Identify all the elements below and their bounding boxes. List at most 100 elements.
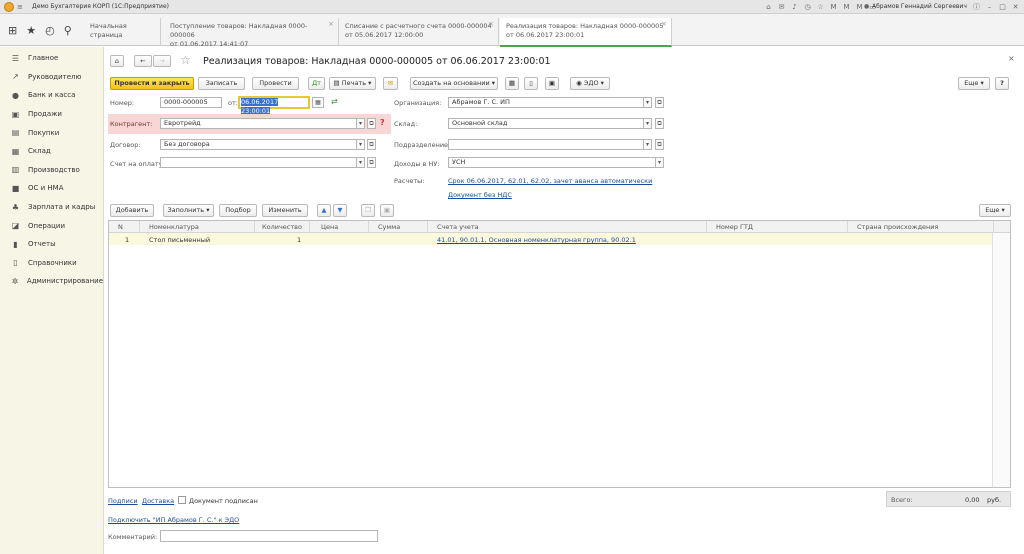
vat-link[interactable]: Документ без НДС <box>448 191 512 199</box>
help-button[interactable]: ? <box>995 77 1009 90</box>
sidebar-item-salary[interactable]: ♣ Зарплата и кадры <box>0 198 103 217</box>
tab-writeoff[interactable]: Списание с расчетного счета 0000-000004 … <box>339 18 499 46</box>
cell-accounts[interactable]: 41.01, 90.01.1, Основная номенклатурная … <box>437 236 636 244</box>
open-icon[interactable]: ⧉ <box>655 118 664 129</box>
sidebar-item-bank[interactable]: ● Банк и касса <box>0 86 103 105</box>
sidebar-item-assets[interactable]: ■ ОС и НМА <box>0 179 103 198</box>
sidebar-item-operations[interactable]: ◪ Операции <box>0 216 103 235</box>
attachment-icon[interactable]: ▣ <box>545 77 559 90</box>
fill-button[interactable]: Заполнить ▾ <box>163 204 214 217</box>
open-icon[interactable]: ⧉ <box>655 139 664 150</box>
col-country[interactable]: Страна происхождения <box>857 223 938 231</box>
apps-grid-icon[interactable]: ⊞ <box>8 24 17 37</box>
close-form-icon[interactable]: × <box>1008 54 1015 63</box>
info-icon[interactable]: ⓘ <box>972 3 981 12</box>
add-button[interactable]: Добавить <box>110 204 154 217</box>
col-qty[interactable]: Количество <box>262 223 302 231</box>
col-n[interactable]: N <box>118 223 123 231</box>
post-and-close-button[interactable]: Провести и закрыть <box>110 77 194 90</box>
movements-icon[interactable]: Дт <box>308 77 325 90</box>
tab-home[interactable]: Начальная страница <box>84 18 161 46</box>
history-clock-icon[interactable]: ◴ <box>45 24 55 37</box>
memory-mplus-icon[interactable]: M <box>842 3 851 12</box>
col-item[interactable]: Номенклатура <box>149 223 199 231</box>
paste-icon[interactable]: ▣ <box>380 204 394 217</box>
sidebar-item-catalogs[interactable]: ▯ Справочники <box>0 254 103 273</box>
col-gtd[interactable]: Номер ГТД <box>716 223 753 231</box>
counterparty-field[interactable]: Евротрейд <box>160 118 357 129</box>
col-sum[interactable]: Сумма <box>378 223 400 231</box>
dropdown-icon[interactable]: ▾ <box>643 97 652 108</box>
close-icon[interactable]: × <box>328 20 334 29</box>
calendar-icon[interactable]: ▦ <box>312 97 324 108</box>
invoice-field[interactable] <box>160 157 357 168</box>
sidebar-item-warehouse[interactable]: ▦ Склад <box>0 142 103 161</box>
date-field[interactable]: 06.06.2017 23:00:01 <box>238 96 310 115</box>
star-tool-icon[interactable]: ☆ <box>816 3 825 12</box>
memory-mminus-icon[interactable]: M <box>855 3 864 12</box>
bell-icon[interactable]: ♪ <box>790 3 799 12</box>
delivery-link[interactable]: Доставка <box>142 497 174 505</box>
maximize-icon[interactable]: □ <box>998 3 1007 12</box>
sidebar-item-production[interactable]: ▥ Производство <box>0 161 103 180</box>
sidebar-item-director[interactable]: ↗ Руководителю <box>0 68 103 87</box>
sidebar-item-main[interactable]: ☰ Главное <box>0 49 103 68</box>
dropdown-icon[interactable]: ▾ <box>655 157 664 168</box>
comment-field[interactable] <box>160 530 378 542</box>
move-up-icon[interactable]: ▲ <box>317 204 331 217</box>
contract-field[interactable]: Без договора <box>160 139 357 150</box>
department-field[interactable] <box>448 139 644 150</box>
post-button[interactable]: Провести <box>252 77 299 90</box>
search-icon[interactable]: ⚲ <box>64 24 72 37</box>
cell-qty[interactable]: 1 <box>297 236 301 244</box>
close-window-icon[interactable]: ✕ <box>1011 3 1020 12</box>
dropdown-icon[interactable]: ▾ <box>356 118 365 129</box>
scrollbar[interactable] <box>992 233 1010 487</box>
home-button[interactable]: ⌂ <box>110 55 124 67</box>
table-row[interactable]: 1 Стол письменный 1 41.01, 90.01.1, Осно… <box>109 233 1010 245</box>
more-button[interactable]: Еще ▾ <box>958 77 990 90</box>
signed-checkbox[interactable] <box>178 496 186 504</box>
dropdown-icon[interactable]: ▾ <box>356 139 365 150</box>
print-button[interactable]: ▤ Печать ▾ <box>329 77 376 90</box>
minimize-icon[interactable]: – <box>985 3 994 12</box>
mail-icon[interactable]: ✉ <box>777 3 786 12</box>
user-name[interactable]: Абрамов Геннадий Сергеевич <box>872 3 967 10</box>
tab-sale[interactable]: Реализация товаров: Накладная 0000-00000… <box>500 18 672 47</box>
close-icon[interactable]: × <box>661 20 667 29</box>
dropdown-icon[interactable]: ▾ <box>643 139 652 150</box>
tab-receipt[interactable]: Поступление товаров: Накладная 0000-0000… <box>164 18 339 48</box>
change-button[interactable]: Изменить <box>262 204 308 217</box>
back-button[interactable]: ← <box>134 55 152 67</box>
open-icon[interactable]: ⧉ <box>655 97 664 108</box>
org-field[interactable]: Абрамов Г. С. ИП <box>448 97 644 108</box>
question-icon[interactable]: ? <box>380 118 385 127</box>
envelope-icon[interactable]: ✉ <box>383 77 398 90</box>
edo-button[interactable]: ◉ ЭДО ▾ <box>570 77 610 90</box>
copy-icon[interactable]: ❐ <box>361 204 375 217</box>
open-icon[interactable]: ⧉ <box>367 157 376 168</box>
move-down-icon[interactable]: ▼ <box>333 204 347 217</box>
open-icon[interactable]: ⧉ <box>367 118 376 129</box>
memory-m-icon[interactable]: M <box>829 3 838 12</box>
warehouse-field[interactable]: Основной склад <box>448 118 644 129</box>
sidebar-item-sales[interactable]: ▣ Продажи <box>0 105 103 124</box>
number-field[interactable]: 0000-000005 <box>160 97 222 108</box>
items-table[interactable]: N Номенклатура Количество Цена Сумма Сче… <box>108 220 1011 488</box>
table-more-button[interactable]: Еще ▾ <box>979 204 1011 217</box>
settlements-link[interactable]: Срок 06.06.2017, 62.01, 62.02, зачет ава… <box>448 177 652 185</box>
history-icon[interactable]: ◷ <box>803 3 812 12</box>
favorites-star-icon[interactable]: ★ <box>26 24 36 37</box>
favorite-star-icon[interactable]: ☆ <box>180 53 191 67</box>
report-structure-icon[interactable]: ▦ <box>505 77 519 90</box>
connect-edo-link[interactable]: Подключить "ИП Абрамов Г. С." к ЭДО <box>108 516 239 524</box>
document-icon[interactable]: ▯ <box>524 77 538 90</box>
col-accounts[interactable]: Счета учета <box>437 223 479 231</box>
open-icon[interactable]: ⧉ <box>367 139 376 150</box>
home-tool-icon[interactable]: ⌂ <box>764 3 773 12</box>
window-menu-icon[interactable]: ≡ <box>17 3 23 11</box>
refresh-icon[interactable]: ⇄ <box>331 97 338 106</box>
sidebar-item-reports[interactable]: ▮ Отчеты <box>0 235 103 254</box>
col-price[interactable]: Цена <box>321 223 338 231</box>
select-button[interactable]: Подбор <box>219 204 257 217</box>
